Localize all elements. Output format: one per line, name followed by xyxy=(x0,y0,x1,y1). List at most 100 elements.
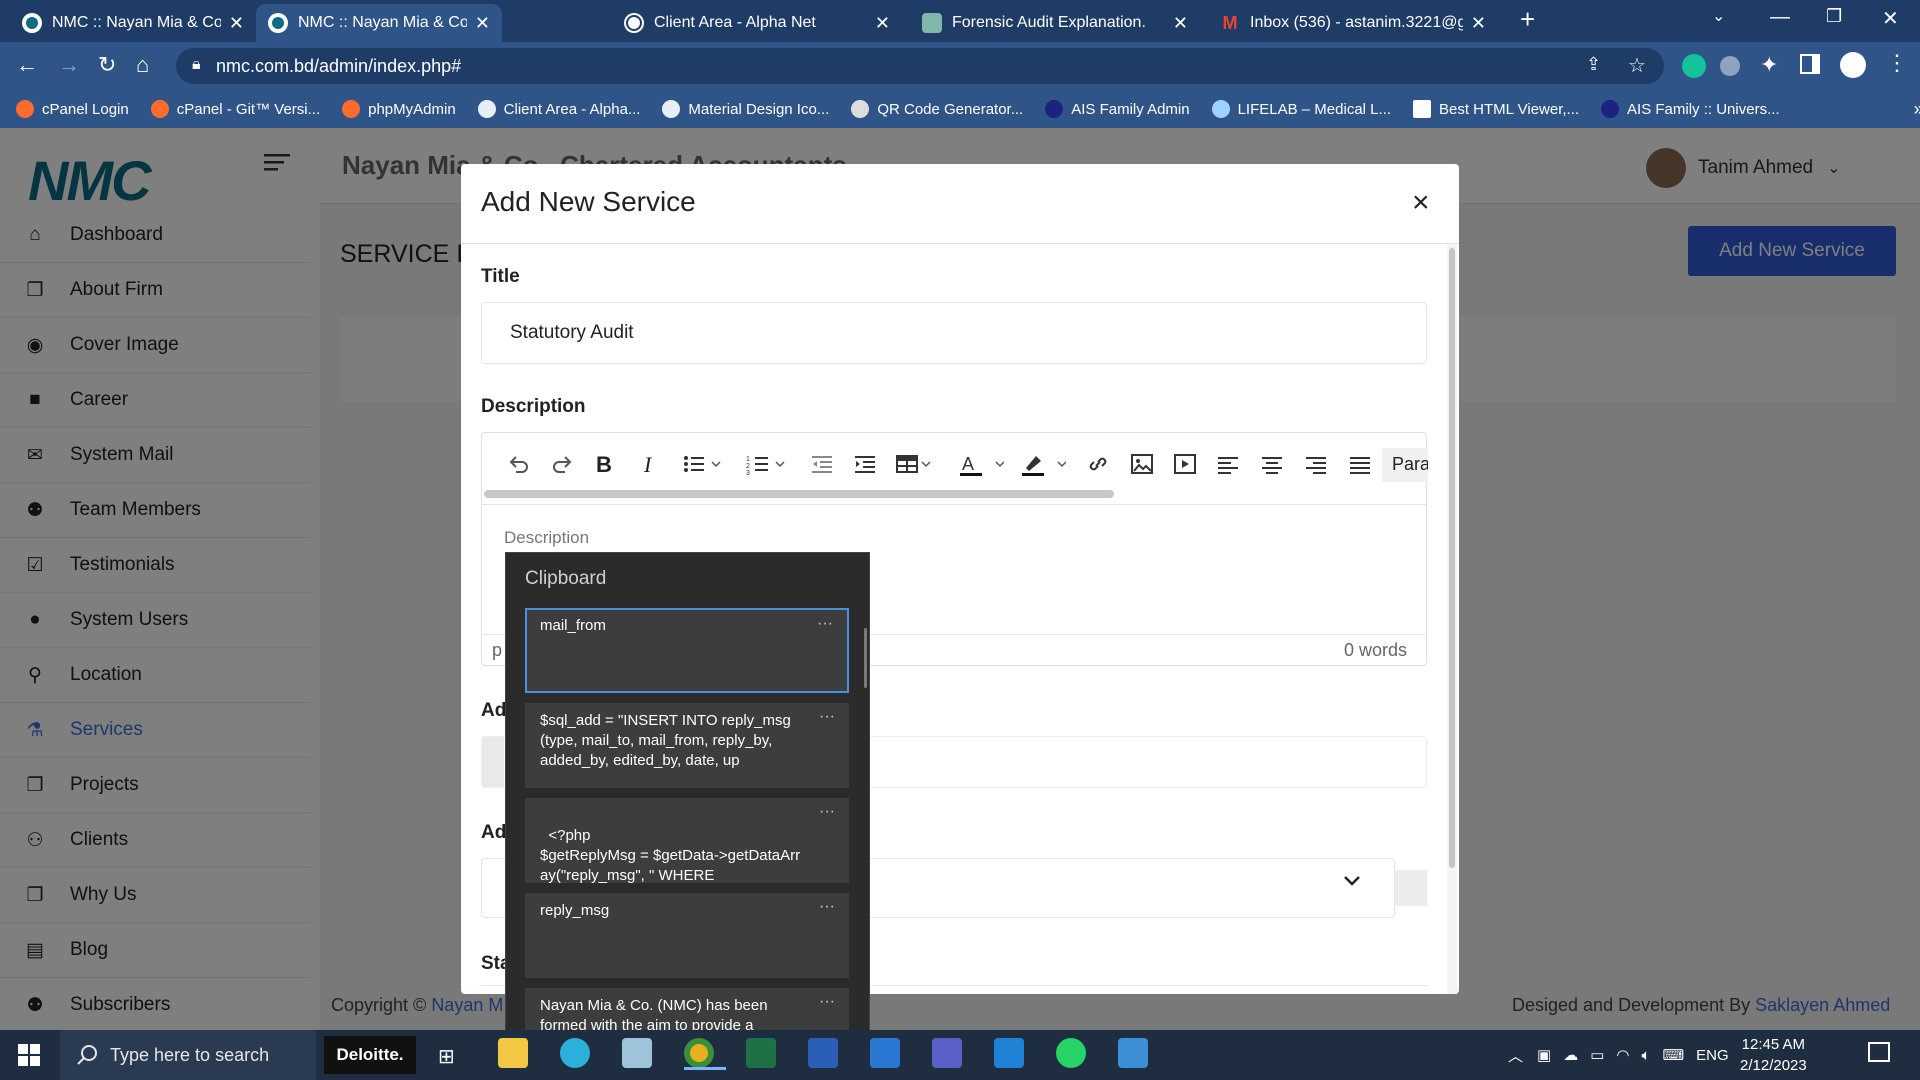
window-close-icon[interactable]: ✕ xyxy=(1882,6,1899,31)
bookmark-item[interactable]: cPanel Login xyxy=(16,100,129,118)
undo-icon[interactable] xyxy=(506,452,530,476)
bookmark-item[interactable]: LIFELAB – Medical L... xyxy=(1211,100,1391,118)
bold-icon[interactable]: B xyxy=(596,452,612,478)
restore-icon[interactable]: ❐ xyxy=(1826,6,1842,27)
bookmarks-overflow-icon[interactable]: » xyxy=(1914,99,1920,120)
media-icon[interactable] xyxy=(1173,452,1197,476)
vscode-icon[interactable] xyxy=(994,1038,1024,1068)
side-panel-icon[interactable] xyxy=(1800,54,1820,74)
image-icon[interactable] xyxy=(1130,452,1154,476)
tab-close-icon[interactable]: ✕ xyxy=(475,13,490,34)
title-input[interactable]: Statutory Audit xyxy=(481,302,1427,364)
toolbar-scrollbar[interactable] xyxy=(484,490,1114,498)
task-view-icon[interactable]: ⊞ xyxy=(438,1044,455,1069)
forward-icon[interactable]: → xyxy=(58,52,80,78)
language-indicator[interactable]: ENG xyxy=(1696,1047,1729,1064)
extension-icon[interactable] xyxy=(1720,56,1740,76)
profile-icon[interactable] xyxy=(1840,52,1866,78)
taskbar-clock[interactable]: 12:45 AM 2/12/2023 xyxy=(1740,1034,1807,1076)
minimize-icon[interactable]: — xyxy=(1770,6,1790,29)
more-options-icon[interactable]: ··· xyxy=(819,802,835,822)
table-icon[interactable] xyxy=(896,452,940,476)
puzzle-icon[interactable]: ✦ xyxy=(1760,52,1778,78)
tab-close-icon[interactable]: ✕ xyxy=(1173,13,1188,34)
clipboard-item[interactable]: Nayan Mia & Co. (NMC) has been formed wi… xyxy=(525,988,849,1030)
bookmark-item[interactable]: phpMyAdmin xyxy=(342,100,456,118)
file-explorer-icon[interactable] xyxy=(498,1038,528,1068)
bullet-list-icon[interactable] xyxy=(682,452,726,476)
more-options-icon[interactable]: ··· xyxy=(819,992,835,1012)
highlight-icon[interactable] xyxy=(1022,452,1066,478)
font-color-icon[interactable]: A xyxy=(960,452,1004,478)
indent-icon[interactable] xyxy=(853,452,877,476)
align-left-icon[interactable] xyxy=(1216,452,1240,476)
browser-tab[interactable]: Forensic Audit Explanation. ✕ xyxy=(910,4,1200,42)
browser-tab[interactable]: M Inbox (536) - astanim.3221@gma ✕ xyxy=(1208,4,1498,42)
outdent-icon[interactable] xyxy=(810,452,834,476)
word-icon[interactable] xyxy=(808,1038,838,1068)
clipboard-item[interactable]: reply_msg ··· xyxy=(525,893,849,978)
share-icon[interactable]: ⇪ xyxy=(1586,54,1601,75)
keyboard-icon[interactable]: ⌨ xyxy=(1663,1046,1685,1064)
clipboard-scrollbar[interactable] xyxy=(864,628,867,688)
align-center-icon[interactable] xyxy=(1260,452,1284,476)
bookmark-item[interactable]: AIS Family Admin xyxy=(1045,100,1190,118)
tab-close-icon[interactable]: ✕ xyxy=(875,13,890,34)
description-placeholder[interactable]: Description xyxy=(504,528,589,548)
new-tab-icon[interactable]: + xyxy=(1520,4,1535,35)
clipboard-item[interactable]: mail_from ··· xyxy=(525,608,849,693)
align-justify-icon[interactable] xyxy=(1348,452,1372,476)
paragraph-format-select[interactable]: Paragraph xyxy=(1382,448,1428,482)
edge-icon[interactable] xyxy=(560,1038,590,1068)
back-icon[interactable]: ← xyxy=(16,52,38,78)
more-options-icon[interactable]: ··· xyxy=(817,614,833,634)
chevron-down-icon[interactable] xyxy=(1342,874,1362,888)
app-icon[interactable] xyxy=(622,1038,652,1068)
menu-kebab-icon[interactable]: ⋮ xyxy=(1886,50,1908,76)
mail-icon[interactable] xyxy=(870,1038,900,1068)
address-bar[interactable]: 🔒︎ nmc.com.bd/admin/index.php# ⇪ ☆ xyxy=(176,48,1664,84)
numbered-list-icon[interactable]: 123 xyxy=(746,452,790,476)
tab-close-icon[interactable]: ✕ xyxy=(229,13,244,34)
chrome-icon[interactable] xyxy=(684,1038,726,1070)
deloitte-widget[interactable]: Deloitte. xyxy=(324,1036,416,1074)
wifi-icon[interactable]: ◠ xyxy=(1616,1046,1629,1064)
excel-icon[interactable] xyxy=(746,1038,776,1068)
notifications-icon[interactable] xyxy=(1868,1042,1890,1062)
link-icon[interactable] xyxy=(1086,452,1110,476)
photos-icon[interactable] xyxy=(1118,1038,1148,1068)
onedrive-icon[interactable]: ☁ xyxy=(1563,1046,1578,1064)
clipboard-item[interactable]: <?php $getReplyMsg = $getData->getDataAr… xyxy=(525,798,849,883)
align-right-icon[interactable] xyxy=(1304,452,1328,476)
bookmark-item[interactable]: Client Area - Alpha... xyxy=(477,100,640,118)
volume-icon[interactable]: 🔈︎ xyxy=(1641,1047,1650,1064)
more-options-icon[interactable]: ··· xyxy=(819,897,835,917)
bookmark-item[interactable]: Material Design Ico... xyxy=(662,100,829,118)
browser-tab[interactable]: Client Area - Alpha Net ✕ xyxy=(612,4,902,42)
browser-tab[interactable]: NMC :: Nayan Mia & Co., Charter ✕ xyxy=(10,4,256,42)
windows-start-icon[interactable] xyxy=(18,1044,40,1066)
grammarly-icon[interactable] xyxy=(1682,54,1706,78)
clipboard-item[interactable]: $sql_add = "INSERT INTO reply_msg (type,… xyxy=(525,703,849,788)
bookmark-item[interactable]: cPanel - Git™ Versi... xyxy=(150,100,320,118)
reload-icon[interactable]: ↻ xyxy=(98,52,116,78)
bookmark-item[interactable]: AIS Family :: Univers... xyxy=(1601,100,1780,118)
bookmark-item[interactable]: QR Code Generator... xyxy=(851,100,1023,118)
more-options-icon[interactable]: ··· xyxy=(819,707,835,727)
bookmark-item[interactable]: Best HTML Viewer,... xyxy=(1413,100,1579,118)
browser-tab-active[interactable]: NMC :: Nayan Mia & Co., Charter ✕ xyxy=(256,4,502,42)
modal-scrollbar-thumb[interactable] xyxy=(1449,248,1455,868)
battery-icon[interactable]: ▭ xyxy=(1590,1046,1604,1064)
bookmark-star-icon[interactable]: ☆ xyxy=(1628,53,1646,78)
teams-icon[interactable] xyxy=(932,1038,962,1068)
close-icon[interactable]: × xyxy=(1412,186,1430,220)
italic-icon[interactable]: I xyxy=(644,452,651,478)
whatsapp-icon[interactable] xyxy=(1056,1038,1086,1068)
tray-app-icon[interactable]: ▣ xyxy=(1537,1046,1551,1064)
tab-close-icon[interactable]: ✕ xyxy=(1471,13,1486,34)
taskbar-search-input[interactable]: Type here to search xyxy=(60,1030,316,1080)
tray-expand-icon[interactable]: ︿ xyxy=(1508,1045,1523,1066)
redo-icon[interactable] xyxy=(551,452,575,476)
home-icon[interactable]: ⌂ xyxy=(136,52,149,78)
tab-search-icon[interactable]: ⌄ xyxy=(1712,6,1725,26)
